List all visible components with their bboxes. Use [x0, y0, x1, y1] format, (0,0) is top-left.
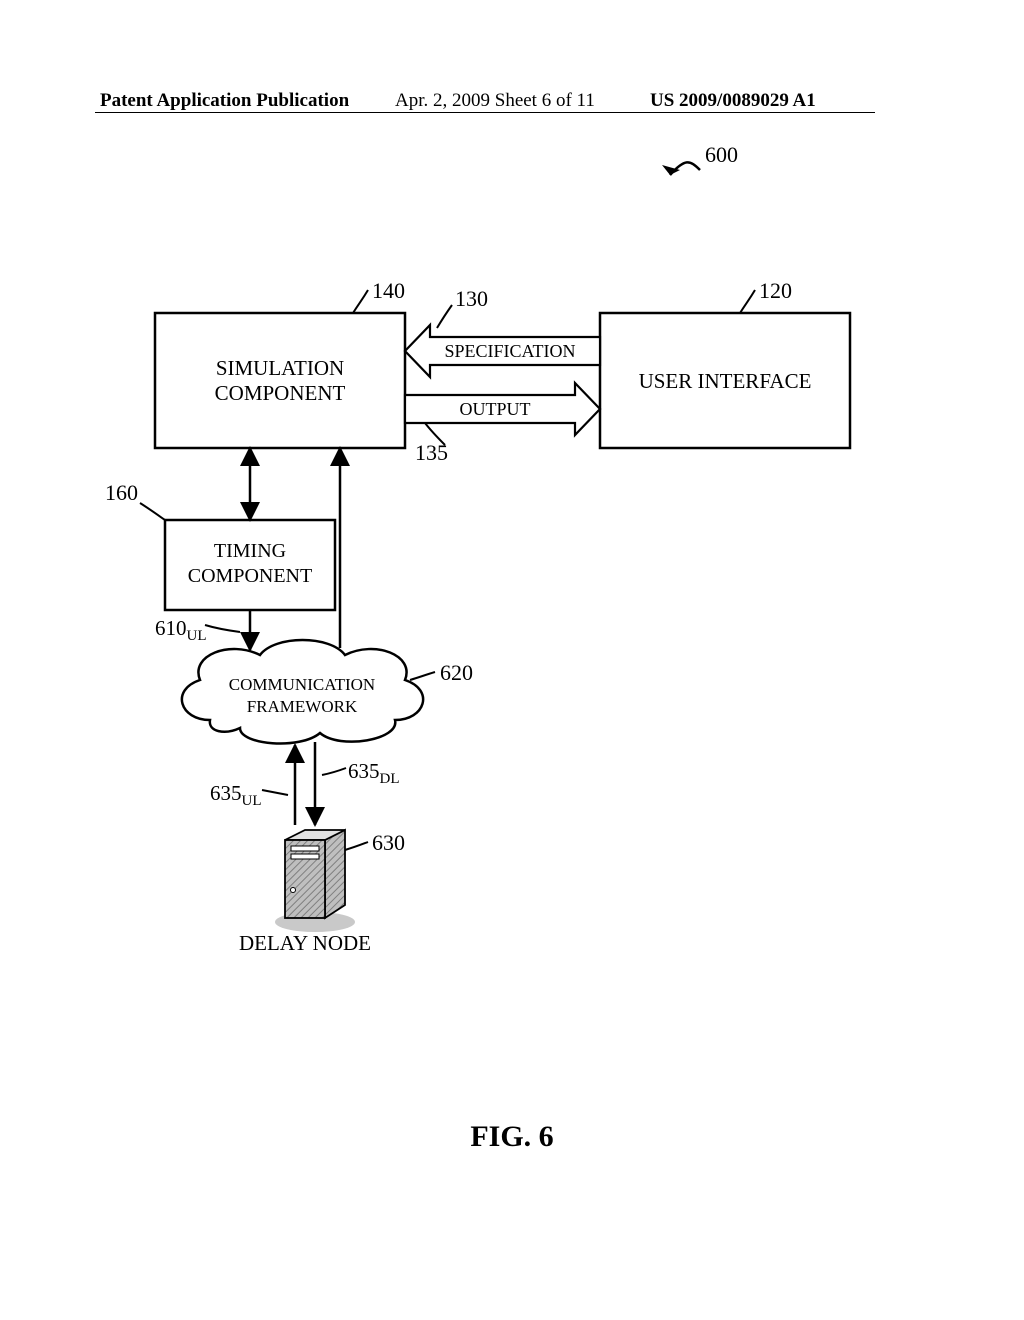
- svg-text:COMMUNICATION: COMMUNICATION: [229, 675, 375, 694]
- ref-635UL: 635: [210, 781, 242, 805]
- output-label: OUTPUT: [460, 399, 531, 419]
- delay-node-label: DELAY NODE: [239, 931, 371, 955]
- ref-160: 160: [105, 480, 138, 505]
- link-610UL: 610UL: [155, 610, 250, 650]
- figure-caption: FIG. 6: [0, 1120, 1024, 1154]
- svg-text:TIMING: TIMING: [214, 540, 286, 562]
- ref-140: 140: [372, 278, 405, 303]
- timing-component-box: TIMING COMPONENT 160: [105, 480, 335, 610]
- ref-610: 610: [155, 616, 187, 640]
- specification-arrow: SPECIFICATION 130: [405, 286, 600, 377]
- header-rule: [95, 112, 875, 113]
- svg-text:610UL: 610UL: [155, 616, 207, 644]
- figure-6-svg: 600 SIMULATION COMPONENT 140 USER INTERF…: [0, 120, 1024, 1120]
- pub-number: US 2009/0089029 A1: [650, 90, 816, 112]
- output-arrow: OUTPUT 135: [405, 383, 600, 465]
- ref-635DL-sub: DL: [380, 771, 400, 787]
- pub-title: Patent Application Publication: [100, 90, 349, 112]
- svg-text:635UL: 635UL: [210, 781, 262, 809]
- delay-node-server: 630 DELAY NODE: [239, 830, 405, 955]
- sheet-info: Apr. 2, 2009 Sheet 6 of 11: [395, 90, 595, 112]
- ref-600: 600: [662, 142, 738, 175]
- svg-text:SIMULATION: SIMULATION: [216, 356, 344, 380]
- ref-120: 120: [759, 278, 792, 303]
- simulation-component-box: SIMULATION COMPONENT 140: [155, 278, 405, 448]
- svg-text:635DL: 635DL: [348, 759, 400, 787]
- ref-620: 620: [440, 660, 473, 685]
- communication-framework-cloud: COMMUNICATION FRAMEWORK 620: [182, 640, 473, 744]
- ref-610-sub: UL: [187, 628, 207, 644]
- svg-text:USER INTERFACE: USER INTERFACE: [639, 369, 812, 393]
- ref-135: 135: [415, 440, 448, 465]
- ref-635DL: 635: [348, 759, 380, 783]
- ref-635UL-sub: UL: [242, 793, 262, 809]
- user-interface-box: USER INTERFACE 120: [600, 278, 850, 448]
- svg-text:COMPONENT: COMPONENT: [188, 565, 312, 587]
- svg-text:FRAMEWORK: FRAMEWORK: [247, 697, 358, 716]
- ref-130: 130: [455, 286, 488, 311]
- svg-text:COMPONENT: COMPONENT: [215, 381, 346, 405]
- specification-label: SPECIFICATION: [444, 341, 575, 361]
- link-635: 635UL 635DL: [210, 742, 400, 825]
- ref-600-label: 600: [705, 142, 738, 167]
- ref-630: 630: [372, 830, 405, 855]
